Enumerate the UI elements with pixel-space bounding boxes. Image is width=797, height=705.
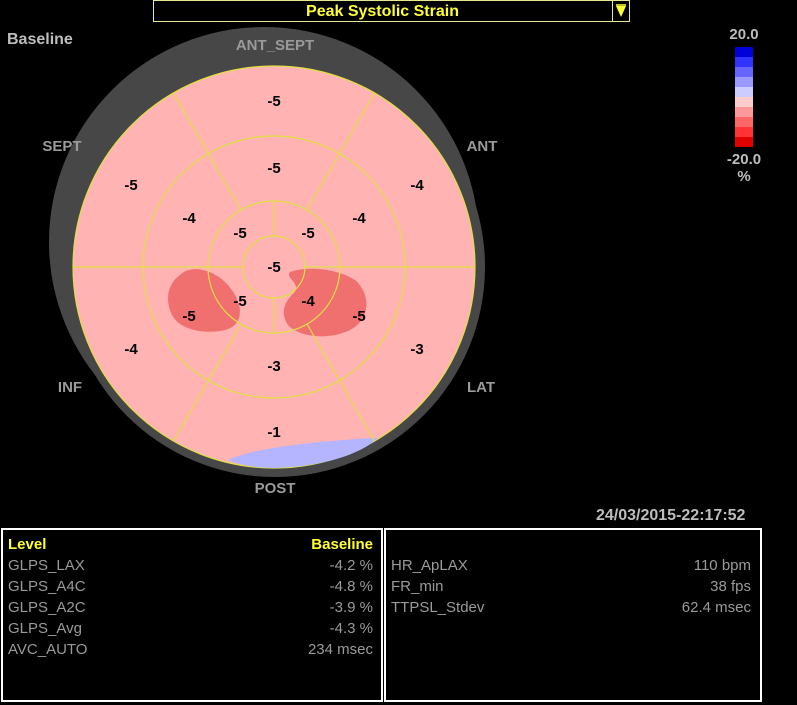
scale-max: 20.0 — [729, 26, 759, 43]
header-level: Level — [8, 536, 47, 553]
scale-min: -20.0 — [726, 151, 762, 168]
dropdown-arrow-icon[interactable] — [612, 1, 629, 21]
segment-value: -3 — [267, 358, 280, 375]
parameter-title: Peak Systolic Strain — [306, 3, 459, 20]
segment-value: -5 — [267, 259, 280, 276]
results-panel-right: HR_ApLAX 110 bpm FR_min 38 fps TTPSL_Stdev 62… — [384, 528, 762, 702]
scale-swatch — [735, 77, 753, 87]
wall-label-lat: LAT — [467, 379, 495, 396]
bullseye-plot: ANT_SEPT SEPT ANT INF LAT POST -5 -4 -3 … — [22, 27, 498, 497]
timestamp: 24/03/2015-22:17:52 — [596, 507, 746, 524]
segment-value: -4 — [410, 177, 424, 194]
result-label: GLPS_Avg — [8, 620, 82, 637]
color-scale: 20.0 -20.0 % — [715, 26, 773, 185]
result-row: FR_min 38 fps — [391, 576, 751, 597]
scale-swatch — [735, 67, 753, 77]
result-row: HR_ApLAX 110 bpm — [391, 555, 751, 576]
results-header: Level Baseline — [8, 534, 373, 555]
result-row: AVC_AUTO 234 msec — [8, 639, 373, 660]
scale-swatch — [735, 57, 753, 67]
segment-value: -3 — [410, 341, 423, 358]
segment-value: -5 — [182, 308, 195, 325]
scale-swatch — [735, 107, 753, 117]
segment-value: -1 — [267, 424, 280, 441]
segment-value: -5 — [124, 177, 137, 194]
segment-value: -4 — [301, 293, 315, 310]
segment-value: -4 — [352, 210, 366, 227]
result-row: GLPS_A4C -4.8 % — [8, 576, 373, 597]
segment-value: -5 — [267, 93, 280, 110]
segment-value: -4 — [182, 210, 196, 227]
wall-label-inf: INF — [58, 379, 82, 396]
result-value: -4.2 % — [329, 557, 373, 574]
segment-value: -5 — [233, 293, 246, 310]
wall-label-ant: ANT — [467, 138, 498, 155]
scale-swatch — [735, 137, 753, 147]
scale-swatch — [735, 127, 753, 137]
result-value: 234 msec — [307, 641, 373, 658]
result-row: GLPS_Avg -4.3 % — [8, 618, 373, 639]
scale-swatch — [735, 47, 753, 57]
result-value: 62.4 msec — [681, 599, 751, 616]
result-row: GLPS_LAX -4.2 % — [8, 555, 373, 576]
segment-value: -5 — [267, 160, 280, 177]
result-label: GLPS_A2C — [8, 599, 86, 616]
result-value: 110 bpm — [693, 557, 751, 574]
wall-label-ant-sept: ANT_SEPT — [236, 37, 314, 54]
result-label: TTPSL_Stdev — [391, 599, 485, 616]
scale-swatch — [735, 87, 753, 97]
result-value: -4.8 % — [329, 578, 373, 595]
result-label: GLPS_LAX — [8, 557, 85, 574]
result-value: -3.9 % — [329, 599, 373, 616]
result-label: AVC_AUTO — [8, 641, 88, 658]
segment-value: -4 — [124, 341, 138, 358]
result-value: 38 fps — [710, 578, 751, 595]
scale-swatch — [735, 97, 753, 107]
scale-unit: % — [737, 168, 751, 185]
parameter-dropdown[interactable]: Peak Systolic Strain — [153, 0, 630, 22]
result-row: TTPSL_Stdev 62.4 msec — [391, 597, 751, 618]
result-row: GLPS_A2C -3.9 % — [8, 597, 373, 618]
scale-bar — [735, 47, 753, 147]
result-label: GLPS_A4C — [8, 578, 86, 595]
result-label: HR_ApLAX — [391, 557, 468, 574]
wall-label-post: POST — [255, 480, 296, 497]
segment-value: -5 — [352, 308, 365, 325]
wall-label-sept: SEPT — [42, 138, 81, 155]
segment-value: -5 — [233, 225, 246, 242]
header-baseline: Baseline — [311, 536, 373, 553]
scale-swatch — [735, 117, 753, 127]
result-label: FR_min — [391, 578, 444, 595]
results-panel-left: Level Baseline GLPS_LAX -4.2 % GLPS_A4C -4.… — [1, 528, 383, 702]
segment-value: -5 — [301, 225, 314, 242]
result-value: -4.3 % — [329, 620, 373, 637]
